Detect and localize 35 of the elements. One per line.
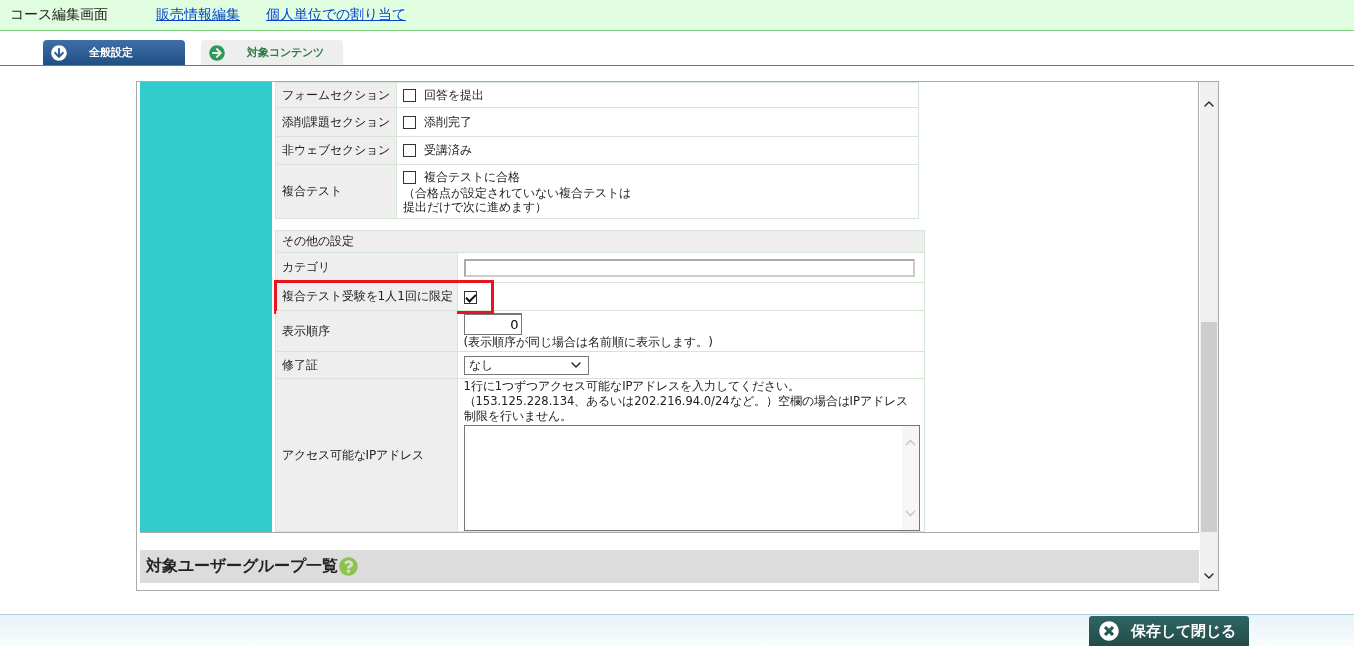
checkbox[interactable] bbox=[402, 171, 416, 184]
section-header: その他の設定 bbox=[275, 230, 924, 253]
tab[interactable]: 対象コンテンツ bbox=[201, 40, 343, 65]
checkbox-label: 受講済み bbox=[423, 143, 472, 157]
header-link[interactable]: 個人単位での割り当て bbox=[266, 6, 406, 24]
arrow-down-icon bbox=[51, 44, 67, 61]
row-label: 添削課題セクション bbox=[275, 107, 396, 137]
row-label: 修了証 bbox=[275, 351, 457, 379]
tab[interactable]: 全般設定 bbox=[43, 40, 185, 65]
ip-description: 1行に1つずつアクセス可能なIPアドレスを入力してください。（153.125.228.134、あるいは202.216.94.0/24など。）空欄の場合はIPアドレス制限を行いません。 bbox=[463, 379, 909, 424]
certificate-select[interactable]: なし bbox=[463, 355, 589, 375]
category-field[interactable] bbox=[463, 258, 915, 277]
checkbox[interactable] bbox=[463, 290, 477, 304]
note: （合格点が設定されていない複合テストは bbox=[402, 186, 632, 200]
row-label: 非ウェブセクション bbox=[275, 136, 396, 165]
checkbox-label: 添削完了 bbox=[423, 114, 472, 129]
header-link[interactable]: 販売情報編集 bbox=[156, 6, 240, 24]
ip-textarea[interactable] bbox=[463, 425, 920, 531]
checkbox-label: 回答を提出 bbox=[423, 87, 484, 102]
note: 提出だけで次に進めます） bbox=[402, 200, 548, 214]
row-label: 複合テスト bbox=[275, 164, 396, 219]
order-field[interactable]: 0 bbox=[463, 313, 522, 335]
row-label: アクセス可能なIPアドレス bbox=[275, 378, 457, 532]
close-icon bbox=[1099, 621, 1119, 641]
page-title: コース編集画面 bbox=[10, 6, 109, 24]
group-title: 対象ユーザーグループ一覧 bbox=[145, 556, 338, 577]
order-note: (表示順序が同じ場合は名前順に表示します。) bbox=[463, 335, 714, 349]
row-label: フォームセクション bbox=[275, 82, 396, 108]
checkbox-label: 複合テストに合格 bbox=[423, 170, 520, 184]
checkbox[interactable] bbox=[402, 144, 416, 157]
save-close-button[interactable]: 保存して閉じる bbox=[1089, 616, 1249, 646]
arrow-right-icon bbox=[209, 44, 225, 61]
row-label: 表示順序 bbox=[275, 310, 457, 352]
checkbox[interactable] bbox=[402, 115, 416, 129]
checkbox[interactable] bbox=[402, 88, 416, 102]
